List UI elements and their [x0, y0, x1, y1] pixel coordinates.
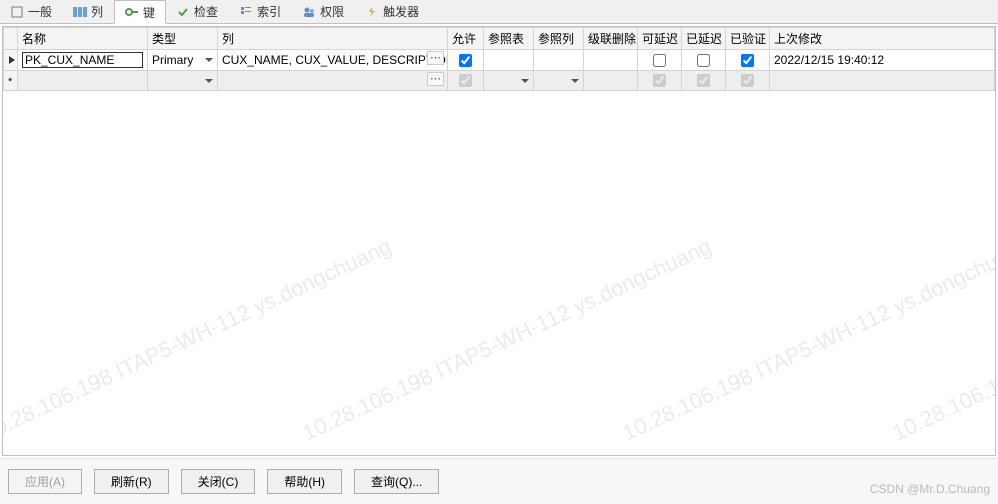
deferred-cell[interactable]: [682, 71, 726, 91]
col-header-reftab[interactable]: 参照表: [484, 28, 534, 50]
col-header-validated[interactable]: 已验证: [726, 28, 770, 50]
tab-general[interactable]: 一般: [0, 0, 63, 23]
watermark: 10.28.106.198 ITAP5-WH-112 ys.dongchuang: [298, 234, 715, 447]
deferrable-cell[interactable]: [638, 71, 682, 91]
new-row[interactable]: *: [4, 71, 995, 91]
columns-cell[interactable]: CUX_NAME, CUX_VALUE, DESCRIPTION: [218, 50, 448, 71]
tab-keys[interactable]: 键: [114, 0, 166, 24]
validated-cell[interactable]: [726, 50, 770, 71]
type-cell[interactable]: Primary: [148, 50, 218, 71]
triggers-icon: [365, 5, 379, 19]
watermark: 10.28.106.198 ITAP5-WH-112 ys.dongchuang: [618, 234, 996, 447]
table-row[interactable]: Primary CUX_NAME, CUX_VALUE, DESCRIPTION…: [4, 50, 995, 71]
name-cell[interactable]: [18, 50, 148, 71]
watermark: 10.28.106.198 ITAP5-WH-112 ys.dongchuang: [888, 234, 996, 447]
tab-columns[interactable]: 列: [63, 0, 114, 23]
validated-checkbox[interactable]: [741, 74, 754, 87]
close-button[interactable]: 关闭(C): [181, 469, 256, 494]
validated-checkbox[interactable]: [741, 54, 754, 67]
tab-checks[interactable]: 检查: [166, 0, 229, 23]
cascade-cell: [584, 71, 638, 91]
allow-cell[interactable]: [448, 71, 484, 91]
columns-icon: [73, 5, 87, 19]
help-button[interactable]: 帮助(H): [267, 469, 342, 494]
query-button[interactable]: 查询(Q)...: [354, 469, 439, 494]
columns-cell[interactable]: [218, 71, 448, 91]
new-row-indicator: *: [4, 71, 18, 91]
col-header-lastmod[interactable]: 上次修改: [770, 28, 995, 50]
deferrable-checkbox[interactable]: [653, 54, 666, 67]
allow-checkbox[interactable]: [459, 54, 472, 67]
tab-label: 键: [143, 4, 155, 21]
reftab-cell: [484, 50, 534, 71]
tab-label: 列: [91, 3, 103, 20]
tab-bar: 一般 列 键 检查 索引 权限 触发器: [0, 0, 998, 24]
tab-label: 索引: [257, 3, 281, 20]
credit-text: CSDN @Mr.D.Chuang: [870, 482, 990, 496]
refcol-cell[interactable]: [534, 71, 584, 91]
col-header-deferrable[interactable]: 可延迟: [638, 28, 682, 50]
keys-icon: [125, 5, 139, 19]
grants-icon: [302, 5, 316, 19]
name-cell[interactable]: [18, 71, 148, 91]
tab-triggers[interactable]: 触发器: [355, 0, 430, 23]
tab-label: 触发器: [383, 3, 419, 20]
col-header-name[interactable]: 名称: [18, 28, 148, 50]
lastmod-cell: [770, 71, 995, 91]
current-row-indicator: [4, 50, 18, 71]
tab-label: 一般: [28, 3, 52, 20]
allow-cell[interactable]: [448, 50, 484, 71]
button-bar: 应用(A) 刷新(R) 关闭(C) 帮助(H) 查询(Q)...: [0, 458, 998, 504]
col-header-deferred[interactable]: 已延迟: [682, 28, 726, 50]
reftab-cell[interactable]: [484, 71, 534, 91]
keys-grid[interactable]: 名称 类型 列 允许 参照表 参照列 级联删除 可延迟 已延迟 已验证 上次修改…: [2, 26, 996, 456]
deferrable-cell[interactable]: [638, 50, 682, 71]
apply-button[interactable]: 应用(A): [8, 469, 82, 494]
deferrable-checkbox[interactable]: [653, 74, 666, 87]
watermark: 10.28.106.198 ITAP5-WH-112 ys.dongchuang: [2, 234, 396, 447]
name-input[interactable]: [22, 52, 143, 68]
tab-indexes[interactable]: 索引: [229, 0, 292, 23]
indexes-icon: [239, 5, 253, 19]
deferred-cell[interactable]: [682, 50, 726, 71]
col-header-cascade[interactable]: 级联删除: [584, 28, 638, 50]
refresh-button[interactable]: 刷新(R): [94, 469, 169, 494]
deferred-checkbox[interactable]: [697, 74, 710, 87]
allow-checkbox[interactable]: [459, 74, 472, 87]
lastmod-cell: 2022/12/15 19:40:12: [770, 50, 995, 71]
tab-label: 权限: [320, 3, 344, 20]
deferred-checkbox[interactable]: [697, 54, 710, 67]
header-row: 名称 类型 列 允许 参照表 参照列 级联删除 可延迟 已延迟 已验证 上次修改: [4, 28, 995, 50]
tab-grants[interactable]: 权限: [292, 0, 355, 23]
validated-cell[interactable]: [726, 71, 770, 91]
tab-label: 检查: [194, 3, 218, 20]
refcol-cell: [534, 50, 584, 71]
cascade-cell: [584, 50, 638, 71]
col-header-allow[interactable]: 允许: [448, 28, 484, 50]
checks-icon: [176, 5, 190, 19]
col-header-refcol[interactable]: 参照列: [534, 28, 584, 50]
col-header-type[interactable]: 类型: [148, 28, 218, 50]
general-icon: [10, 5, 24, 19]
type-cell[interactable]: [148, 71, 218, 91]
col-header-cols[interactable]: 列: [218, 28, 448, 50]
